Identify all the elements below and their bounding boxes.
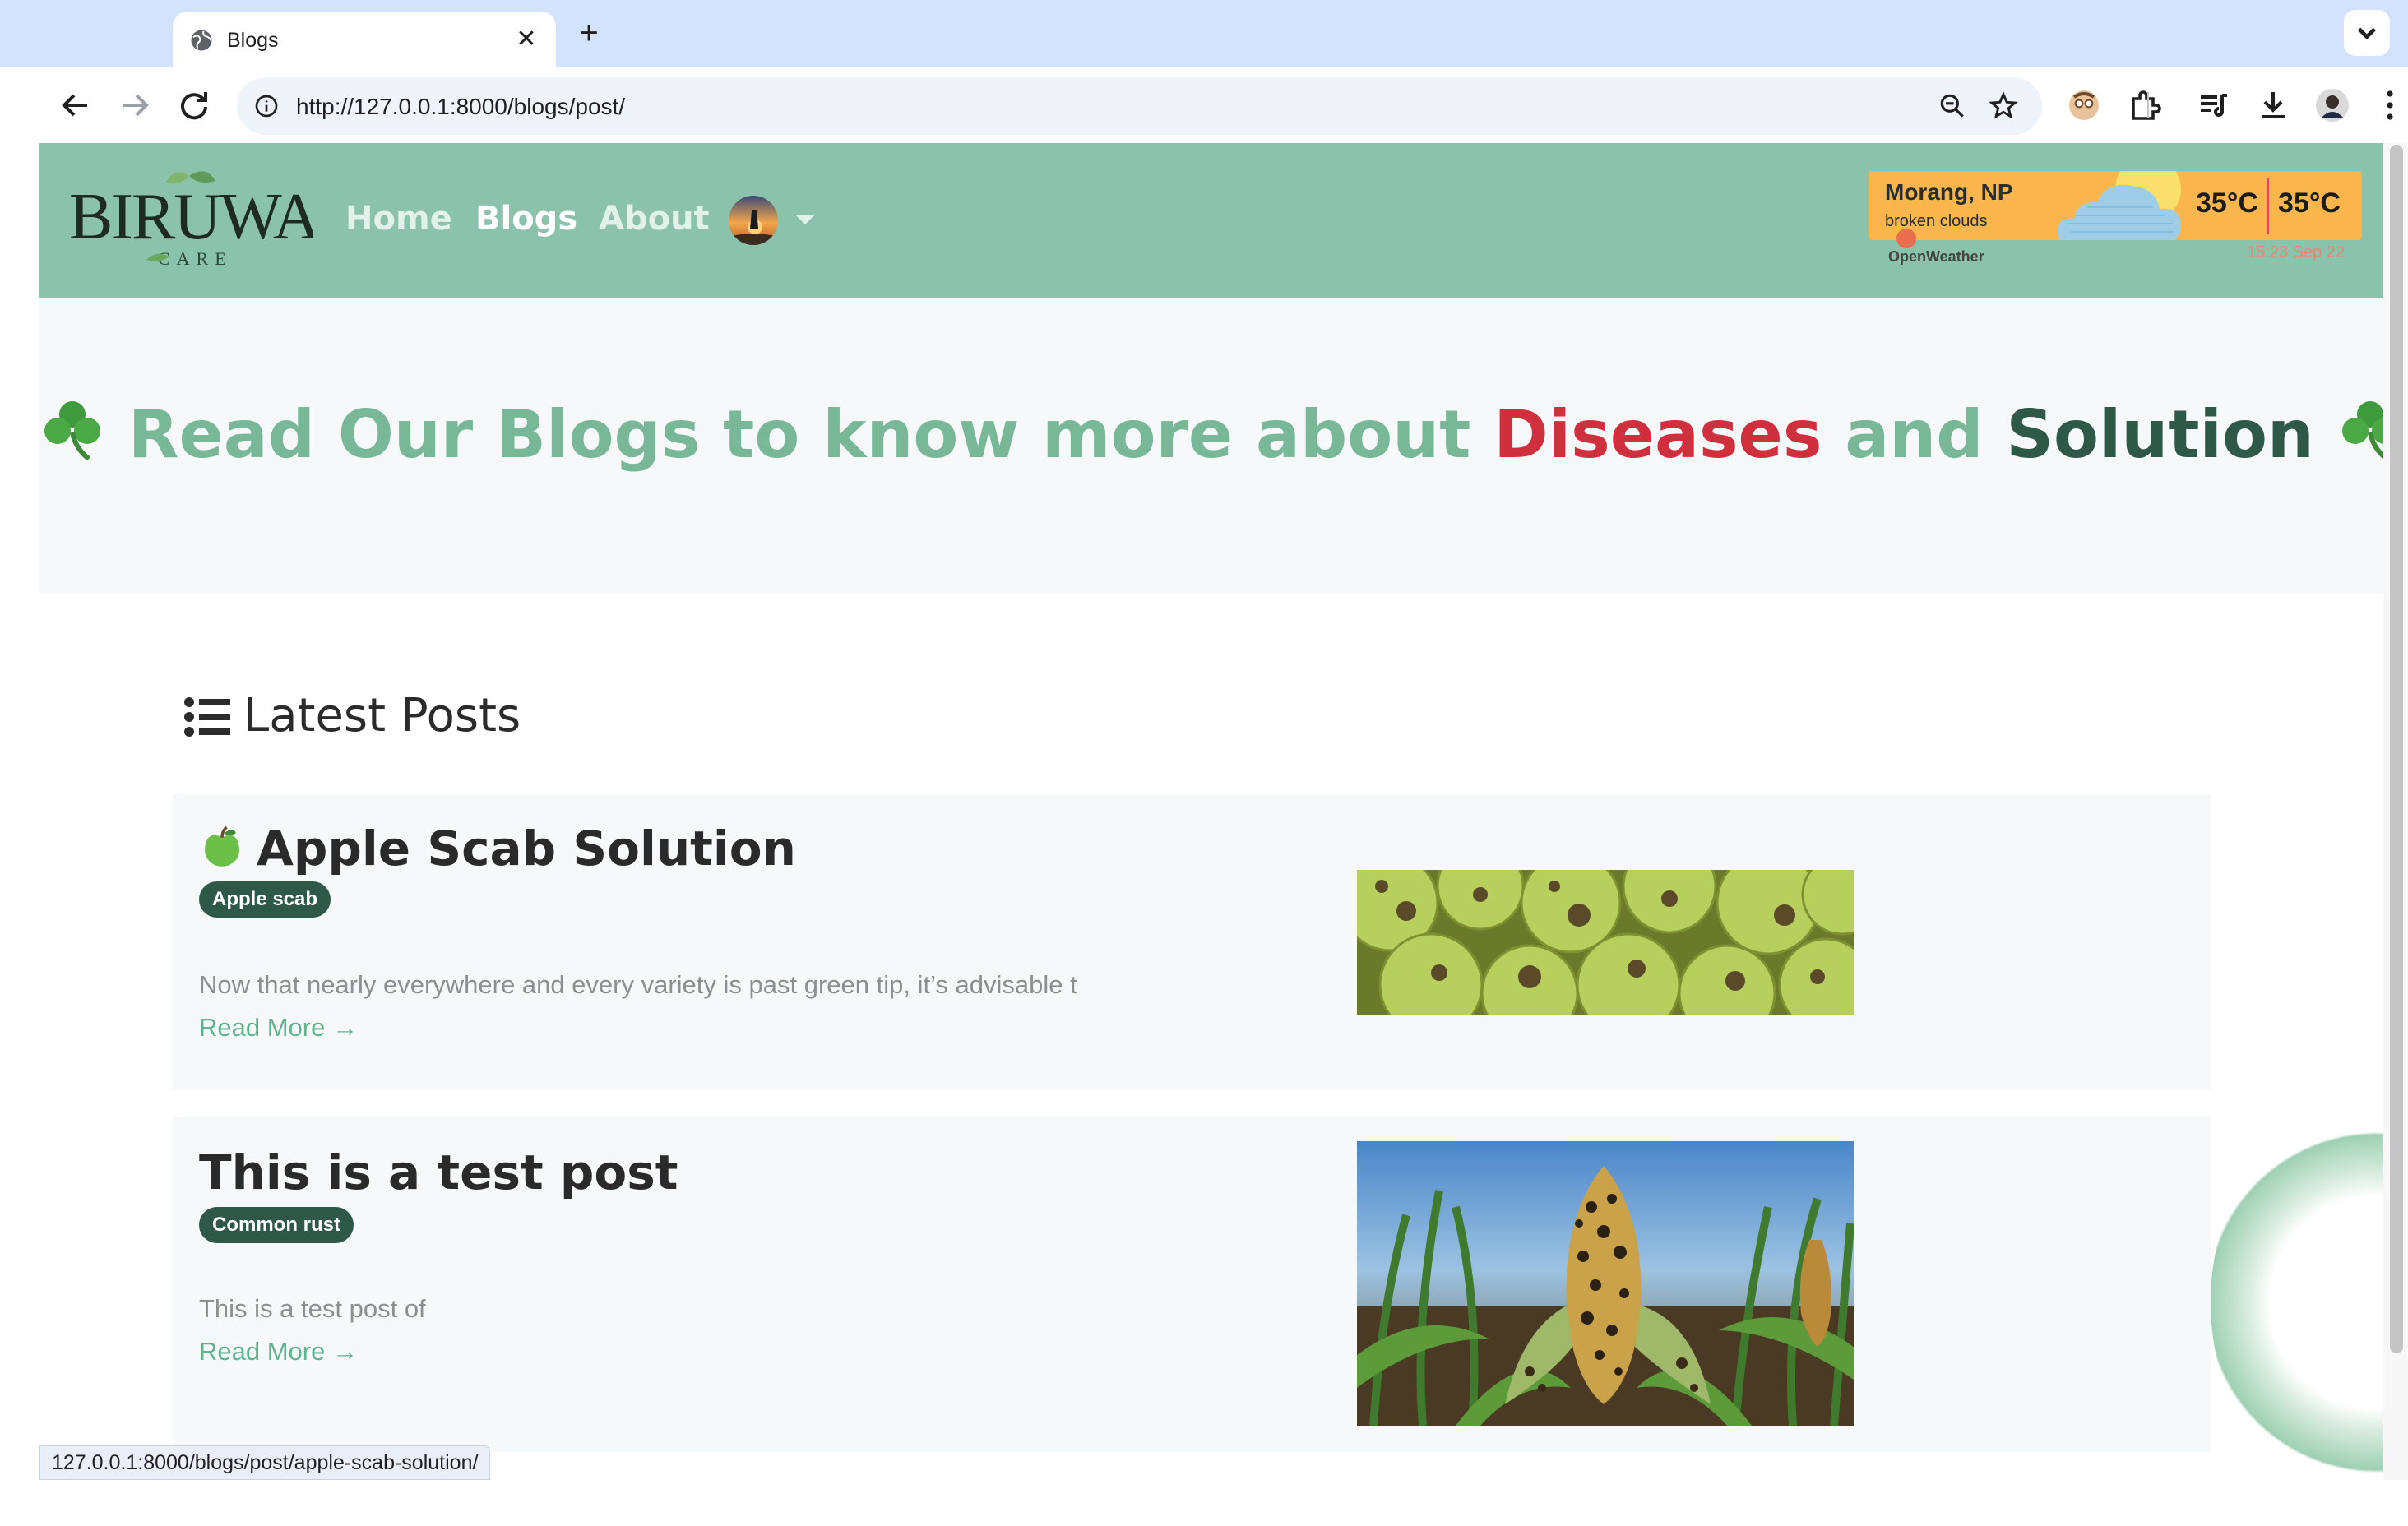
caret-down-icon[interactable] — [796, 215, 814, 224]
latest-posts-title: Latest Posts — [243, 689, 521, 742]
svg-text:BIRUWA: BIRUWA — [69, 181, 313, 253]
chevron-down-icon — [2358, 27, 2376, 39]
browser-tab-bar: Blogs ✕ + — [0, 0, 2408, 67]
reload-icon[interactable] — [174, 86, 214, 125]
blog-post-card: Apple Scab Solution Apple scab Now that … — [173, 794, 2211, 1090]
hero-text-and: and — [1822, 396, 2007, 473]
green-apple-icon — [205, 825, 239, 867]
read-more-link[interactable]: Read More → — [199, 1011, 358, 1044]
media-queue-icon[interactable] — [2194, 86, 2234, 125]
site-info-icon[interactable] — [253, 93, 280, 119]
nav-blogs-link[interactable]: Blogs — [475, 194, 577, 243]
hero-text-solution: Solution — [2006, 396, 2314, 473]
forward-arrow-icon[interactable] — [115, 86, 155, 125]
post-excerpt: This is a test post of — [199, 1294, 426, 1323]
list-icon — [184, 697, 230, 737]
post-tag-badge: Apple scab — [199, 881, 331, 918]
post-title-text[interactable]: This is a test post — [199, 1144, 678, 1200]
user-avatar[interactable] — [729, 196, 778, 245]
extension-avatar-icon[interactable] — [2064, 86, 2104, 125]
weather-location: Morang, NP — [1885, 179, 2013, 205]
profile-avatar-icon[interactable] — [2313, 86, 2352, 125]
post-title[interactable]: Apple Scab Solution — [199, 819, 796, 878]
biruwa-logo[interactable]: BIRUWA CARE — [66, 168, 313, 273]
weather-provider: OpenWeather — [1888, 248, 1984, 265]
tab-search-button[interactable] — [2344, 10, 2390, 56]
url-text[interactable]: http://127.0.0.1:8000/blogs/post/ — [296, 94, 625, 120]
shamrock-icon — [2341, 401, 2383, 460]
common-rust-image — [1357, 1141, 1854, 1426]
hero-title: Read Our Blogs to know more about Diseas… — [39, 390, 2383, 480]
page-scrollbar[interactable] — [2383, 143, 2408, 1480]
post-image-apples[interactable] — [1357, 870, 1854, 1015]
post-excerpt: Now that nearly everywhere and every var… — [199, 970, 1077, 999]
zoom-out-icon[interactable] — [1937, 90, 1968, 122]
weather-divider — [2267, 178, 2269, 234]
scrollbar-thumb[interactable] — [2390, 145, 2403, 1353]
blog-post-card: This is a test post Common rust This is … — [173, 1117, 2211, 1452]
more-menu-icon[interactable] — [2370, 86, 2408, 125]
apple-scab-image — [1357, 870, 1854, 1015]
svg-text:CARE: CARE — [158, 248, 233, 269]
weather-description: broken clouds — [1885, 212, 1988, 230]
site-navbar: BIRUWA CARE Home Blogs About Morang, NP … — [39, 143, 2383, 298]
decorative-circle — [2211, 1089, 2383, 1480]
weather-timestamp: 15:23 Sep 22 — [2247, 243, 2345, 261]
tab-close-icon[interactable]: ✕ — [512, 25, 541, 54]
browser-tab-blogs[interactable]: Blogs ✕ — [173, 12, 556, 67]
new-tab-button[interactable]: + — [572, 15, 605, 51]
hero-banner: Read Our Blogs to know more about Diseas… — [39, 298, 2383, 594]
openweather-logo-icon — [1896, 229, 1916, 248]
avatar-image — [729, 196, 778, 245]
post-title[interactable]: This is a test post — [199, 1143, 678, 1202]
link-status-bubble: 127.0.0.1:8000/blogs/post/apple-scab-sol… — [39, 1445, 491, 1480]
page-viewport: BIRUWA CARE Home Blogs About Morang, NP … — [39, 143, 2383, 1480]
back-arrow-icon[interactable] — [56, 86, 95, 125]
read-more-link[interactable]: Read More → — [199, 1335, 358, 1368]
post-image-corn[interactable] — [1357, 1141, 1854, 1426]
extensions-puzzle-icon[interactable] — [2125, 86, 2165, 125]
download-icon[interactable] — [2253, 86, 2293, 125]
browser-toolbar: http://127.0.0.1:8000/blogs/post/ — [39, 67, 2408, 143]
globe-icon — [191, 30, 212, 51]
bookmark-star-icon[interactable] — [1988, 90, 2019, 122]
weather-temp-secondary: 35°C — [2278, 187, 2341, 219]
toolbar-separator — [2147, 92, 2149, 118]
shamrock-icon — [44, 401, 100, 461]
address-bar[interactable]: http://127.0.0.1:8000/blogs/post/ — [237, 77, 2042, 135]
hero-text-intro: Read Our Blogs to know more about — [127, 396, 1494, 473]
sun-cloud-icon — [2057, 171, 2181, 240]
post-tag-badge: Common rust — [199, 1207, 354, 1243]
post-title-text[interactable]: Apple Scab Solution — [257, 821, 796, 876]
nav-home-link[interactable]: Home — [345, 194, 452, 243]
nav-about-link[interactable]: About — [599, 194, 710, 243]
hero-text-diseases: Diseases — [1493, 396, 1822, 473]
weather-widget: Morang, NP broken clouds 35°C 35°C — [1869, 171, 2362, 240]
tab-title: Blogs — [227, 29, 279, 52]
weather-temp-primary: 35°C — [2196, 187, 2258, 219]
